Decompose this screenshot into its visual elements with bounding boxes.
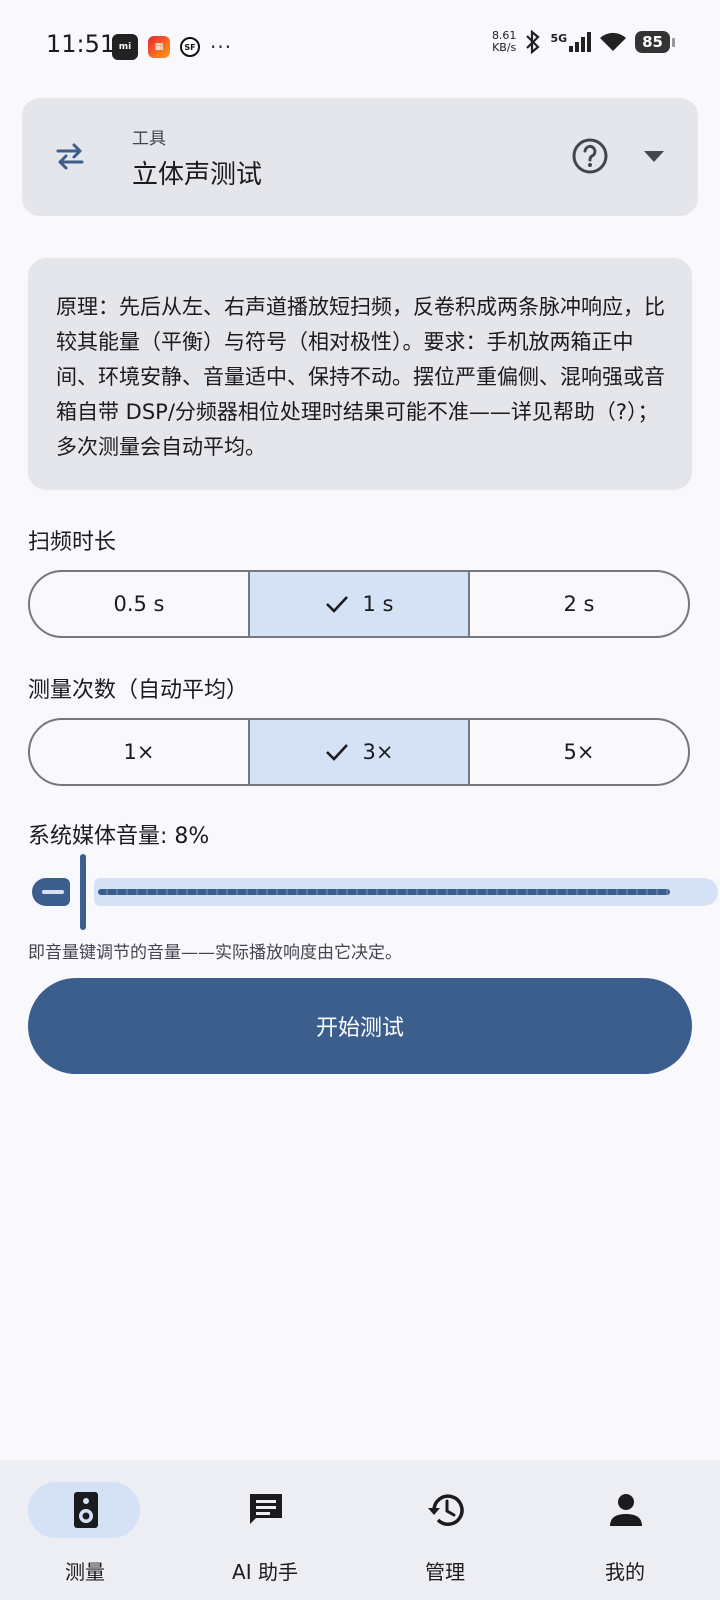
sweep-option-0-5s[interactable]: 0.5 s xyxy=(30,572,248,636)
count-option-5x[interactable]: 5× xyxy=(468,720,688,784)
nav-label: 我的 xyxy=(605,1560,645,1584)
status-time: 11:51 xyxy=(46,30,116,58)
option-label: 3× xyxy=(362,740,394,764)
principle-text: 原理：先后从左、右声道播放短扫频，反卷积成两条脉冲响应，比较其能量（平衡）与符号… xyxy=(56,295,665,459)
bluetooth-icon xyxy=(526,30,541,54)
sweep-option-1s[interactable]: 1 s xyxy=(248,572,468,636)
swap-icon xyxy=(56,143,84,170)
tool-title: 立体声测试 xyxy=(132,160,263,190)
check-icon xyxy=(325,744,348,761)
system-indicators: 8.61 KB/s 5G 85 xyxy=(492,30,675,54)
check-icon xyxy=(325,596,348,613)
more-notifications-icon: ··· xyxy=(210,35,233,59)
mi-icon: mi xyxy=(112,34,138,60)
network-speed: 8.61 KB/s xyxy=(492,30,517,54)
sf-icon: SF xyxy=(180,37,200,57)
tool-label: 工具 xyxy=(132,129,166,149)
sweep-duration-selector: 0.5 s 1 s 2 s xyxy=(28,570,690,638)
network-speed-unit: KB/s xyxy=(492,41,517,54)
status-bar: 11:51 mi ▦ SF ··· 8.61 KB/s 5G 85 xyxy=(0,0,720,92)
signal-icon xyxy=(569,32,592,52)
count-option-3x[interactable]: 3× xyxy=(248,720,468,784)
nav-label: 管理 xyxy=(425,1560,465,1584)
measure-count-selector: 1× 3× 5× xyxy=(28,718,690,786)
volume-label: 系统媒体音量: 8% xyxy=(28,824,210,849)
count-option-1x[interactable]: 1× xyxy=(30,720,248,784)
nav-item-measure[interactable]: 测量 xyxy=(0,1460,180,1600)
volume-slider[interactable] xyxy=(30,850,718,930)
nav-label: AI 助手 xyxy=(232,1560,298,1584)
network-type: 5G xyxy=(550,32,568,45)
option-label: 5× xyxy=(563,740,595,764)
info-card: 原理：先后从左、右声道播放短扫频，反卷积成两条脉冲响应，比较其能量（平衡）与符号… xyxy=(28,258,692,490)
nav-item-ai-assistant[interactable]: AI 助手 xyxy=(180,1460,360,1600)
start-test-button[interactable]: 开始测试 xyxy=(28,978,692,1074)
measure-count-label: 测量次数（自动平均） xyxy=(28,678,249,703)
speaker-icon xyxy=(74,1492,98,1528)
sweep-duration-label: 扫频时长 xyxy=(28,530,117,555)
slider-inactive-track xyxy=(94,878,718,906)
person-icon xyxy=(610,1494,642,1526)
nav-label: 测量 xyxy=(65,1560,105,1584)
chat-icon xyxy=(250,1494,282,1524)
history-icon xyxy=(428,1494,464,1526)
tool-selector[interactable]: 工具 立体声测试 xyxy=(22,98,698,216)
start-test-label: 开始测试 xyxy=(315,1016,404,1041)
slider-thumb[interactable] xyxy=(80,854,86,930)
volume-hint: 即音量键调节的音量——实际播放响度由它决定。 xyxy=(28,943,402,963)
option-label: 1 s xyxy=(362,592,394,616)
slider-active-track xyxy=(32,878,70,906)
notification-icons: mi ▦ SF ··· xyxy=(112,34,232,60)
bottom-navigation: 测量 AI 助手 管理 我的 xyxy=(0,1460,720,1600)
battery-indicator: 85 xyxy=(635,31,675,53)
game-icon: ▦ xyxy=(148,36,170,58)
help-icon[interactable] xyxy=(570,136,610,176)
option-label: 1× xyxy=(123,740,155,764)
sweep-option-2s[interactable]: 2 s xyxy=(468,572,688,636)
wifi-icon xyxy=(600,32,627,51)
nav-item-manage[interactable]: 管理 xyxy=(360,1460,540,1600)
chevron-down-icon[interactable] xyxy=(642,148,666,164)
nav-item-me[interactable]: 我的 xyxy=(540,1460,720,1600)
option-label: 2 s xyxy=(563,592,595,616)
option-label: 0.5 s xyxy=(113,592,165,616)
